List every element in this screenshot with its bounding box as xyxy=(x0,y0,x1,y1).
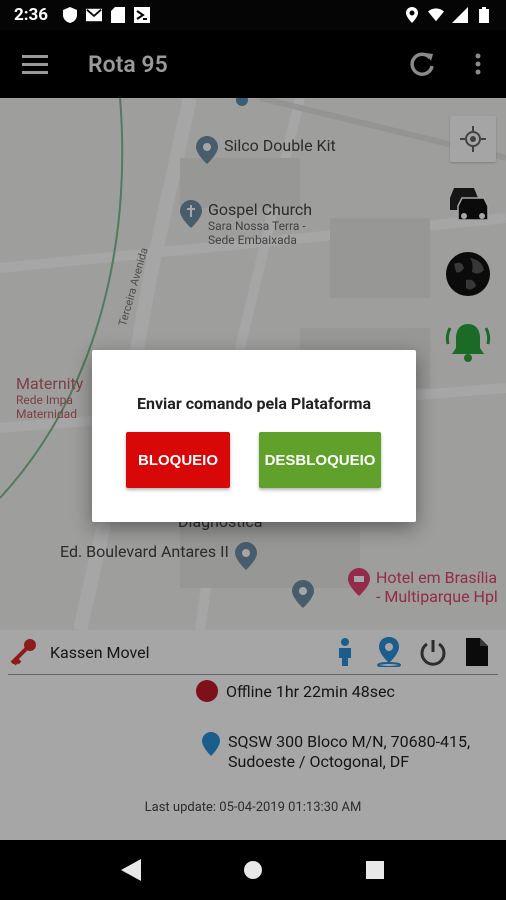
app-title: Rota 95 xyxy=(88,50,168,78)
more-vert-icon[interactable] xyxy=(450,30,506,98)
block-button[interactable]: BLOQUEIO xyxy=(126,432,230,488)
app-bar: Rota 95 xyxy=(0,30,506,98)
mail-icon xyxy=(86,7,103,23)
refresh-icon[interactable] xyxy=(394,30,450,98)
unblock-button[interactable]: DESBLOQUEIO xyxy=(259,432,381,488)
clock: 2:36 xyxy=(14,5,49,25)
app-notification-icon xyxy=(134,7,151,23)
location-icon xyxy=(404,7,420,23)
status-bar: 2:36 xyxy=(0,0,506,30)
command-dialog: Enviar comando pela Plataforma BLOQUEIO … xyxy=(92,350,416,522)
menu-icon[interactable] xyxy=(0,30,70,98)
battery-icon xyxy=(476,7,492,23)
shield-icon xyxy=(62,7,78,23)
wifi-icon xyxy=(428,7,444,23)
system-nav-bar xyxy=(0,840,506,900)
back-icon[interactable] xyxy=(111,850,151,890)
recents-icon[interactable] xyxy=(355,850,395,890)
home-icon[interactable] xyxy=(233,850,273,890)
sd-card-icon xyxy=(110,7,126,23)
dialog-title: Enviar comando pela Plataforma xyxy=(136,394,371,413)
signal-icon xyxy=(452,7,468,23)
